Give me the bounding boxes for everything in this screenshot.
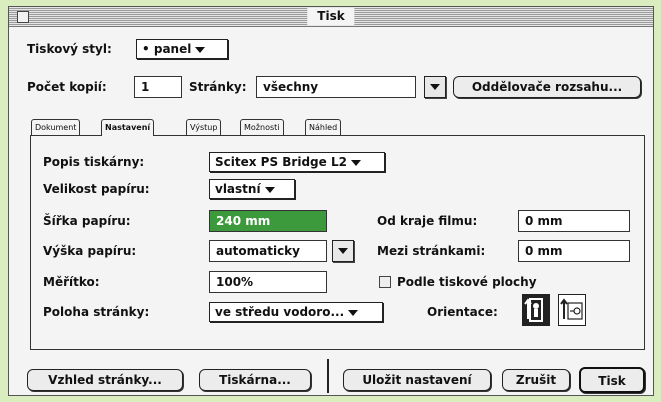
window-title: Tisk bbox=[307, 8, 355, 25]
print-button[interactable]: Tisk bbox=[579, 367, 645, 393]
chevron-down-icon bbox=[350, 159, 361, 166]
scale-label: Měřítko: bbox=[43, 275, 100, 289]
tab-nahled[interactable]: Náhled bbox=[305, 119, 342, 135]
tab-moznosti[interactable]: Možnosti bbox=[240, 119, 284, 135]
close-box[interactable] bbox=[17, 11, 29, 23]
film-edge-label: Od kraje filmu: bbox=[377, 214, 478, 228]
page-position-popup[interactable]: ve středu vodoro... bbox=[209, 302, 383, 322]
paper-width-field[interactable]: 240 mm bbox=[209, 210, 327, 232]
button-divider bbox=[327, 359, 329, 393]
title-bar[interactable]: Tisk bbox=[9, 7, 653, 27]
between-pages-label: Mezi stránkami: bbox=[377, 244, 486, 258]
tab-dokument[interactable]: Dokument bbox=[31, 119, 81, 135]
settings-panel: Popis tiskárny: Scitex PS Bridge L2 Veli… bbox=[30, 135, 645, 350]
pages-label: Stránky: bbox=[189, 80, 247, 94]
fit-print-area-label: Podle tiskové plochy bbox=[397, 275, 537, 289]
chevron-down-icon bbox=[195, 46, 206, 53]
page-position-label: Poloha stránky: bbox=[43, 305, 150, 319]
page-position-value: ve středu vodoro... bbox=[215, 305, 345, 319]
separators-button[interactable]: Oddělovače rozsahu... bbox=[453, 76, 641, 98]
pages-dropdown-button[interactable] bbox=[424, 76, 446, 98]
paper-size-label: Velikost papíru: bbox=[43, 182, 150, 196]
cancel-button[interactable]: Zrušit bbox=[502, 369, 570, 391]
paper-width-label: Šířka papíru: bbox=[43, 214, 131, 228]
paper-height-label: Výška papíru: bbox=[43, 244, 137, 258]
landscape-orientation-icon[interactable] bbox=[558, 294, 586, 326]
print-style-label: Tiskový styl: bbox=[27, 42, 112, 56]
tab-vystup[interactable]: Výstup bbox=[186, 119, 222, 135]
printer-desc-popup[interactable]: Scitex PS Bridge L2 bbox=[209, 152, 385, 172]
paper-size-popup[interactable]: vlastní bbox=[209, 179, 295, 199]
copies-label: Počet kopií: bbox=[27, 80, 107, 94]
fit-print-area-checkbox[interactable] bbox=[379, 276, 391, 288]
film-edge-field[interactable]: 0 mm bbox=[518, 210, 630, 232]
save-settings-button[interactable]: Uložit nastavení bbox=[343, 369, 491, 391]
tab-nastaveni[interactable]: Nastavení bbox=[101, 119, 155, 136]
paper-height-field[interactable]: automaticky bbox=[209, 240, 327, 262]
page-setup-button[interactable]: Vzhled stránky... bbox=[27, 369, 183, 391]
scale-field[interactable]: 100% bbox=[209, 271, 327, 293]
print-style-value: • panel bbox=[142, 42, 192, 56]
chevron-down-icon bbox=[264, 186, 275, 193]
printer-desc-value: Scitex PS Bridge L2 bbox=[215, 155, 347, 169]
printer-button[interactable]: Tiskárna... bbox=[199, 369, 311, 391]
orientation-label: Orientace: bbox=[427, 305, 498, 319]
chevron-down-icon bbox=[348, 309, 359, 316]
print-style-popup[interactable]: • panel bbox=[136, 39, 228, 59]
between-pages-field[interactable]: 0 mm bbox=[518, 240, 630, 262]
portrait-orientation-icon[interactable] bbox=[522, 294, 550, 326]
copies-field[interactable]: 1 bbox=[134, 76, 182, 98]
paper-size-value: vlastní bbox=[215, 182, 261, 196]
print-dialog: Tisk Tiskový styl: • panel Počet kopií: … bbox=[8, 6, 654, 396]
paper-height-dropdown-button[interactable] bbox=[332, 240, 354, 262]
printer-desc-label: Popis tiskárny: bbox=[43, 155, 145, 169]
pages-field[interactable]: všechny bbox=[256, 76, 416, 98]
